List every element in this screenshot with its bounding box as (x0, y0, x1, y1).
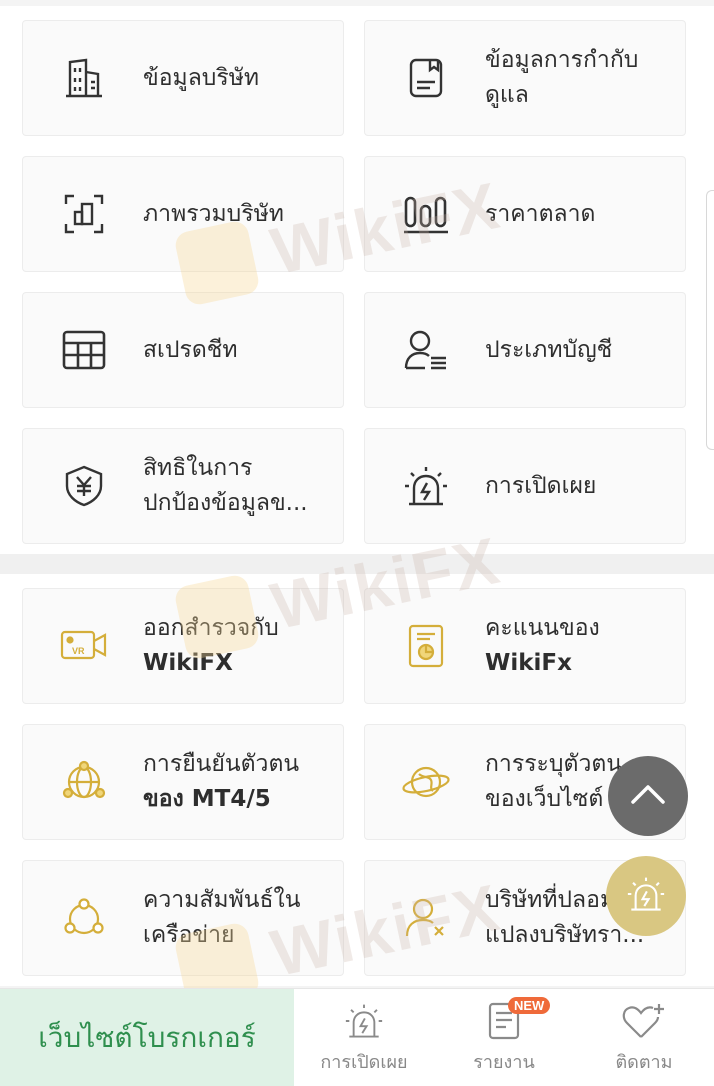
fake-user-icon (401, 893, 451, 943)
tile-survey-wikifx[interactable]: VR ออกสำรวจกับ WikiFX (22, 588, 344, 704)
vr-camera-icon: VR (59, 621, 109, 671)
tile-wikifx-score[interactable]: คะแนนของ WikiFx (364, 588, 686, 704)
tile-label: สิทธิในการ ปกป้องข้อมูลข... (143, 455, 308, 516)
tile-label: การยืนยันตัวตนของ MT4/5 (143, 747, 299, 817)
verification-section: VR ออกสำรวจกับ WikiFX คะแนนของ WikiFx กา… (0, 574, 714, 986)
svg-text:VR: VR (72, 646, 85, 656)
tile-spreadsheet[interactable]: สเปรดชีท (22, 292, 344, 408)
market-bars-icon (401, 189, 451, 239)
tile-company-overview[interactable]: ภาพรวมบริษัท (22, 156, 344, 272)
account-user-icon (401, 325, 451, 375)
tile-label-line1: การระบุตัวตน (485, 751, 623, 777)
tile-data-protection[interactable]: สิทธิในการ ปกป้องข้อมูลข... (22, 428, 344, 544)
tile-label: ข้อมูลบริษัท (143, 64, 260, 91)
alarm-icon (401, 461, 451, 511)
planet-icon (401, 757, 451, 807)
alarm-icon (341, 1001, 387, 1041)
info-grid: ข้อมูลบริษัท ข้อมูลการกำกับ ดูแล ภาพรวมบ… (22, 20, 692, 544)
nav-disclosure[interactable]: การเปิดเผย (294, 989, 434, 1086)
tile-label: การระบุตัวตนของเว็บไซต์ (485, 747, 622, 817)
document-icon (401, 53, 451, 103)
tile-label: ราคาตลาด (485, 200, 596, 227)
score-report-icon (401, 621, 451, 671)
spreadsheet-icon (59, 325, 109, 375)
tile-label: การเปิดเผย (485, 472, 597, 499)
broker-website-button[interactable]: เว็บไซต์โบรกเกอร์ (0, 989, 294, 1086)
scroll-to-top-button[interactable] (608, 756, 688, 836)
chevron-up-icon (630, 783, 666, 809)
nav-label: การเปิดเผย (320, 1052, 408, 1073)
overview-frame-icon (59, 189, 109, 239)
tile-market-price[interactable]: ราคาตลาด (364, 156, 686, 272)
tile-company-info[interactable]: ข้อมูลบริษัท (22, 20, 344, 136)
tile-account-type[interactable]: ประเภทบัญชี (364, 292, 686, 408)
tile-network-relation[interactable]: ความสัมพันธ์ใน เครือข่าย (22, 860, 344, 976)
tile-label-line2: ของ MT4/5 (143, 786, 271, 812)
tile-disclosure[interactable]: การเปิดเผย (364, 428, 686, 544)
relation-network-icon (59, 893, 109, 943)
nav-follow[interactable]: ติดตาม (574, 989, 714, 1086)
yen-shield-icon (59, 461, 109, 511)
network-globe-icon (59, 757, 109, 807)
tile-label: สเปรดชีท (143, 336, 238, 363)
nav-label: รายงาน (473, 1052, 535, 1073)
tile-mt4-verification[interactable]: การยืนยันตัวตนของ MT4/5 (22, 724, 344, 840)
tile-label: คะแนนของ WikiFx (485, 611, 600, 681)
tile-label: ภาพรวมบริษัท (143, 200, 284, 227)
verification-grid: VR ออกสำรวจกับ WikiFX คะแนนของ WikiFx กา… (22, 588, 692, 976)
section-divider (0, 554, 714, 574)
tile-label-line1: การยืนยันตัวตน (143, 751, 300, 777)
tile-label-line2: WikiFx (485, 650, 572, 676)
tile-label-line2: WikiFX (143, 650, 233, 676)
tile-label-line2: ของเว็บไซต์ (485, 786, 604, 812)
alarm-icon (626, 875, 666, 917)
new-badge: NEW (508, 997, 551, 1014)
scrollbar[interactable] (706, 190, 714, 450)
tile-label: ประเภทบัญชี (485, 336, 613, 363)
nav-report[interactable]: NEW รายงาน (434, 989, 574, 1086)
tile-label-line1: ออกสำรวจกับ (143, 615, 279, 641)
tile-regulatory-info[interactable]: ข้อมูลการกำกับ ดูแล (364, 20, 686, 136)
tile-label: ความสัมพันธ์ใน เครือข่าย (143, 887, 301, 948)
tile-label: ข้อมูลการกำกับ ดูแล (485, 47, 639, 108)
building-icon (59, 53, 109, 103)
bottom-bar: เว็บไซต์โบรกเกอร์ การเปิดเผย NEW รายงาน (0, 988, 714, 1086)
disclosure-alert-button[interactable] (606, 856, 686, 936)
info-section: ข้อมูลบริษัท ข้อมูลการกำกับ ดูแล ภาพรวมบ… (0, 6, 714, 554)
nav-label: ติดตาม (615, 1052, 673, 1073)
tile-label: ออกสำรวจกับ WikiFX (143, 611, 279, 681)
heart-plus-icon (621, 1001, 667, 1041)
tile-label-line1: คะแนนของ (485, 615, 600, 641)
